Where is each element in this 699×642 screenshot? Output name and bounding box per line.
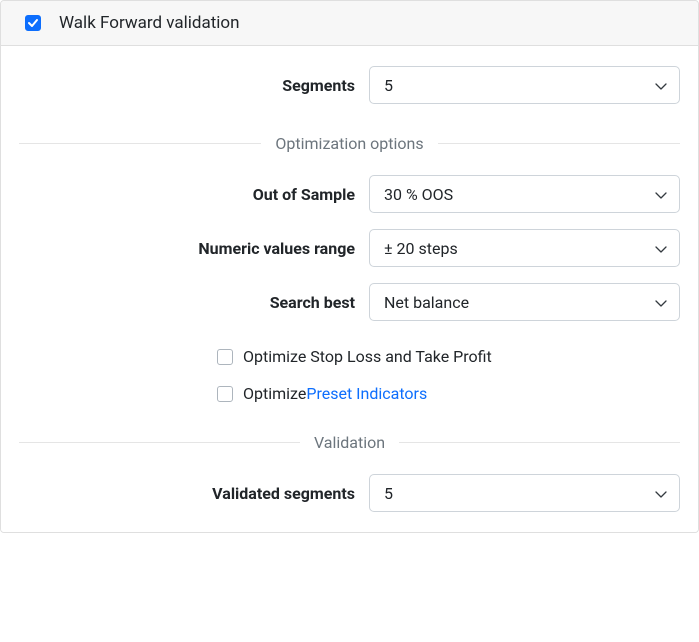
oos-value: 30 % OOS — [384, 185, 453, 204]
validated-segments-label: Validated segments — [19, 484, 369, 503]
panel-body: Segments 5 Optimization options Out of S… — [1, 46, 698, 532]
numeric-range-label: Numeric values range — [19, 239, 369, 258]
numeric-range-control: ± 20 steps — [369, 229, 680, 267]
validated-segments-value: 5 — [384, 484, 393, 503]
oos-control: 30 % OOS — [369, 175, 680, 213]
check-icon — [27, 17, 39, 29]
optimization-divider: Optimization options — [19, 134, 680, 153]
walk-forward-checkbox[interactable] — [25, 15, 41, 31]
search-best-value: Net balance — [384, 293, 469, 312]
optimize-sltp-label: Optimize Stop Loss and Take Profit — [243, 347, 492, 366]
optimize-sltp-checkbox[interactable] — [217, 349, 233, 365]
panel-title: Walk Forward validation — [59, 13, 240, 33]
optimize-preset-row: Optimize Preset Indicators — [19, 384, 680, 403]
segments-select[interactable]: 5 — [369, 66, 680, 104]
validated-segments-row: Validated segments 5 — [19, 474, 680, 512]
search-best-select[interactable]: Net balance — [369, 283, 680, 321]
segments-value: 5 — [384, 76, 393, 95]
oos-row: Out of Sample 30 % OOS — [19, 175, 680, 213]
oos-label: Out of Sample — [19, 185, 369, 204]
panel-header: Walk Forward validation — [1, 1, 698, 46]
chevron-down-icon — [655, 293, 667, 312]
search-best-row: Search best Net balance — [19, 283, 680, 321]
optimize-preset-prefix: Optimize — [243, 384, 306, 403]
segments-label: Segments — [19, 76, 369, 95]
numeric-range-row: Numeric values range ± 20 steps — [19, 229, 680, 267]
search-best-label: Search best — [19, 293, 369, 312]
segments-control: 5 — [369, 66, 680, 104]
optimization-divider-label: Optimization options — [275, 134, 423, 153]
walk-forward-panel: Walk Forward validation Segments 5 Optim… — [0, 0, 699, 533]
spacer — [19, 337, 680, 347]
chevron-down-icon — [655, 185, 667, 204]
segments-row: Segments 5 — [19, 66, 680, 104]
chevron-down-icon — [655, 76, 667, 95]
oos-select[interactable]: 30 % OOS — [369, 175, 680, 213]
validation-divider-label: Validation — [314, 433, 385, 452]
validated-segments-select[interactable]: 5 — [369, 474, 680, 512]
preset-indicators-link[interactable]: Preset Indicators — [306, 384, 427, 403]
optimize-preset-checkbox[interactable] — [217, 386, 233, 402]
chevron-down-icon — [655, 239, 667, 258]
numeric-range-value: ± 20 steps — [384, 239, 458, 258]
optimize-sltp-row: Optimize Stop Loss and Take Profit — [19, 347, 680, 366]
chevron-down-icon — [655, 484, 667, 503]
search-best-control: Net balance — [369, 283, 680, 321]
numeric-range-select[interactable]: ± 20 steps — [369, 229, 680, 267]
validated-segments-control: 5 — [369, 474, 680, 512]
validation-divider: Validation — [19, 433, 680, 452]
